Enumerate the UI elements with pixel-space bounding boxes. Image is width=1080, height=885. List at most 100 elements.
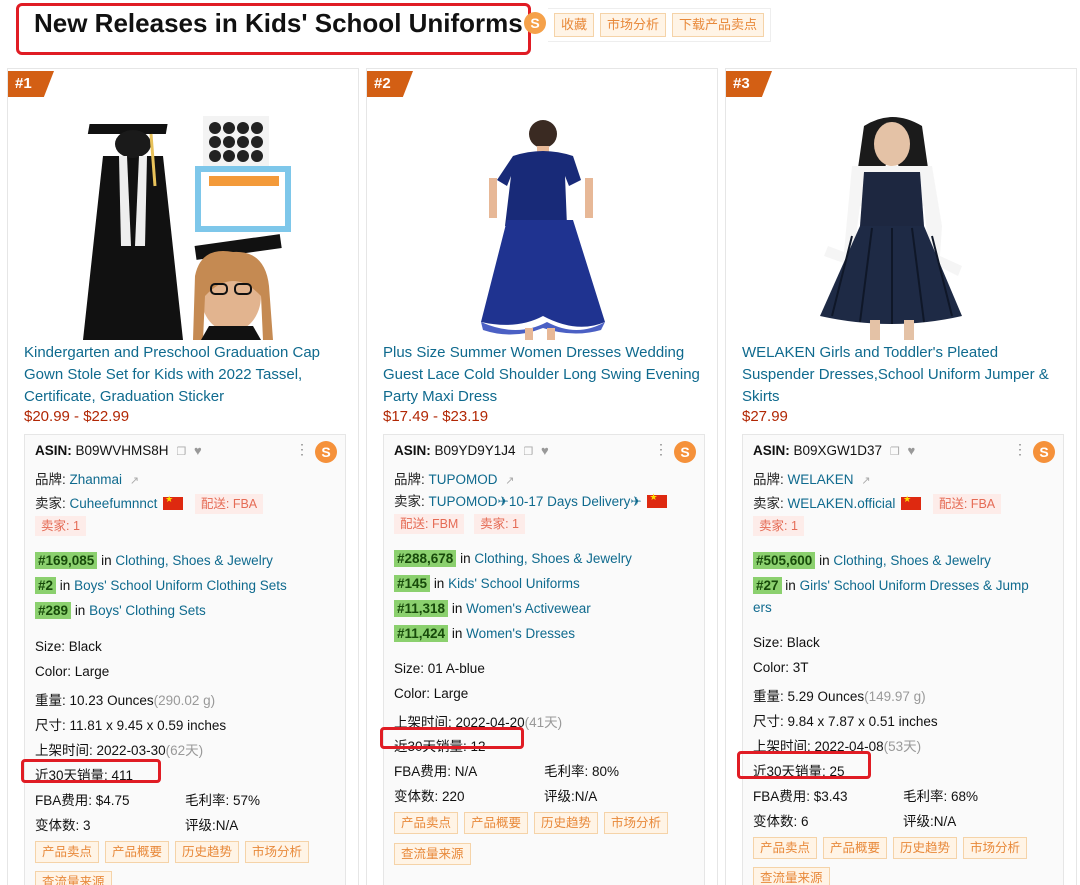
seller-count-row: 卖家: 1 (35, 516, 86, 536)
bsr-category-link[interactable]: Clothing, Shoes & Jewelry (115, 553, 273, 568)
bsr-category-link[interactable]: Boys' Clothing Sets (89, 603, 206, 618)
seller-link[interactable]: TUPOMOD✈10-17 Days Delivery✈ (429, 494, 642, 509)
bsr-rank: #169,085 (35, 552, 98, 569)
traffic-source-button[interactable]: 查流量来源 (35, 871, 112, 885)
product-image[interactable] (812, 116, 992, 340)
bsr-category-link[interactable]: ers (753, 600, 772, 615)
bsr-row: #11,318 in Women's Activewear (394, 600, 591, 617)
selling-points-button[interactable]: 产品卖点 (394, 812, 459, 834)
color-row: Color: Large (35, 664, 110, 679)
variants-row: 变体数: 3 (35, 818, 91, 833)
listed-date-row: 上架时间: 2022-03-30(62天) (35, 743, 204, 758)
selling-points-button[interactable]: 产品卖点 (753, 837, 818, 859)
product-title-link[interactable]: Kindergarten and Preschool Graduation Ca… (24, 342, 344, 408)
china-flag-icon (163, 494, 184, 510)
product-summary-button[interactable]: 产品概要 (105, 841, 170, 863)
sellersprite-icon[interactable]: S (1033, 441, 1055, 463)
fulfillment-badge: 配送: FBA (194, 494, 264, 514)
product-title-link[interactable]: Plus Size Summer Women Dresses Wedding G… (383, 342, 703, 408)
size-row: Size: Black (753, 635, 820, 650)
history-trend-button[interactable]: 历史趋势 (175, 841, 240, 863)
selling-points-button[interactable]: 产品卖点 (35, 841, 100, 863)
download-selling-points-button[interactable]: 下载产品卖点 (672, 13, 765, 37)
seller-count-badge: 卖家: 1 (474, 514, 526, 534)
brand-link[interactable]: TUPOMOD (429, 472, 498, 487)
product-title-link[interactable]: WELAKEN Girls and Toddler's Pleated Susp… (742, 342, 1062, 408)
action-buttons: 产品卖点 产品概要 历史趋势 市场分析 (35, 841, 310, 863)
market-analysis-button[interactable]: 市场分析 (245, 841, 310, 863)
rank-badge: #2 (367, 71, 413, 97)
action-buttons-2: 查流量来源 (394, 843, 471, 865)
external-link-icon[interactable]: ↗ (130, 475, 139, 487)
bsr-category-link[interactable]: Women's Dresses (466, 626, 575, 641)
traffic-source-button[interactable]: 查流量来源 (394, 843, 471, 865)
traffic-source-button[interactable]: 查流量来源 (753, 867, 830, 885)
dimensions-row: 尺寸: 9.84 x 7.87 x 0.51 inches (753, 714, 938, 729)
seller-link[interactable]: Cuheefumnnct (70, 496, 158, 511)
brand-row: 品牌: Zhanmai ↗ (35, 472, 140, 487)
product-image[interactable] (83, 116, 293, 340)
page-header: New Releases in Kids' School Uniforms S … (0, 0, 1080, 68)
history-trend-button[interactable]: 历史趋势 (893, 837, 958, 859)
rank-badge: #3 (726, 71, 772, 97)
bsr-row: #289 in Boys' Clothing Sets (35, 602, 206, 619)
sellersprite-logo-icon[interactable]: S (524, 12, 546, 34)
product-info-panel: ASIN: B09WVHMS8H ❐ ♥ ⋮ S 品牌: Zhanmai ↗ 卖… (21, 434, 346, 885)
fba-fee-row: FBA费用: $4.75 (35, 793, 130, 808)
asin-value[interactable]: B09YD9Y1J4 (435, 443, 516, 458)
china-flag-icon (901, 494, 922, 510)
sellersprite-icon[interactable]: S (674, 441, 696, 463)
more-options-icon[interactable]: ⋮ (654, 441, 668, 458)
bsr-rank: #289 (35, 602, 72, 619)
variants-row: 变体数: 6 (753, 814, 809, 829)
bsr-category-link[interactable]: Women's Activewear (466, 601, 591, 616)
bsr-category-link[interactable]: Kids' School Uniforms (448, 576, 580, 591)
product-summary-button[interactable]: 产品概要 (464, 812, 529, 834)
asin-row: ASIN: B09WVHMS8H ❐ ♥ (35, 443, 202, 458)
action-buttons-2: 查流量来源 (35, 871, 112, 885)
asin-value[interactable]: B09WVHMS8H (76, 443, 169, 458)
more-options-icon[interactable]: ⋮ (1013, 441, 1027, 458)
brand-link[interactable]: Zhanmai (70, 472, 123, 487)
fulfillment-badge: 配送: FBA (932, 494, 1002, 514)
seller-count-badge: 卖家: 1 (35, 516, 86, 536)
market-analysis-button[interactable]: 市场分析 (963, 837, 1028, 859)
brand-row: 品牌: WELAKEN ↗ (753, 472, 871, 487)
bsr-category-link[interactable]: Girls' School Uniform Dresses & Jump (800, 578, 1029, 593)
product-summary-button[interactable]: 产品概要 (823, 837, 888, 859)
sellersprite-icon[interactable]: S (315, 441, 337, 463)
action-buttons-2: 查流量来源 (753, 867, 830, 885)
bsr-category-link[interactable]: Clothing, Shoes & Jewelry (833, 553, 991, 568)
product-card-3: #3 WELAKEN Girls and Toddler's Pleated S… (725, 68, 1077, 885)
copy-icon[interactable]: ❐ (523, 446, 533, 458)
rating-row: 评级:N/A (544, 789, 598, 804)
asin-value[interactable]: B09XGW1D37 (794, 443, 883, 458)
favorite-button[interactable]: 收藏 (554, 13, 595, 37)
product-price: $27.99 (742, 408, 788, 425)
color-row: Color: Large (394, 686, 469, 701)
brand-link[interactable]: WELAKEN (788, 472, 854, 487)
copy-icon[interactable]: ❐ (890, 446, 900, 458)
china-flag-icon (647, 492, 668, 508)
external-link-icon[interactable]: ↗ (505, 475, 514, 487)
market-analysis-button[interactable]: 市场分析 (600, 13, 667, 37)
bsr-row: #505,600 in Clothing, Shoes & Jewelry (753, 552, 991, 569)
seller-link[interactable]: WELAKEN.official (788, 496, 896, 511)
product-image[interactable] (477, 116, 607, 340)
size-row: Size: Black (35, 639, 102, 654)
heart-icon[interactable]: ♥ (194, 443, 202, 458)
market-analysis-button[interactable]: 市场分析 (604, 812, 669, 834)
sales-highlight-box (737, 751, 871, 779)
external-link-icon[interactable]: ↗ (861, 475, 870, 487)
product-info-panel: ASIN: B09YD9Y1J4 ❐ ♥ ⋮ S 品牌: TUPOMOD ↗ 卖… (380, 434, 705, 885)
rank-badge: #1 (8, 71, 54, 97)
copy-icon[interactable]: ❐ (176, 446, 186, 458)
bsr-category-link[interactable]: Clothing, Shoes & Jewelry (474, 551, 632, 566)
fulfillment-badge: 配送: FBM (394, 514, 465, 534)
dimensions-row: 尺寸: 11.81 x 9.45 x 0.59 inches (35, 718, 227, 733)
more-options-icon[interactable]: ⋮ (295, 441, 309, 458)
heart-icon[interactable]: ♥ (541, 443, 549, 458)
history-trend-button[interactable]: 历史趋势 (534, 812, 599, 834)
heart-icon[interactable]: ♥ (907, 443, 915, 458)
bsr-category-link[interactable]: Boys' School Uniform Clothing Sets (74, 578, 287, 593)
